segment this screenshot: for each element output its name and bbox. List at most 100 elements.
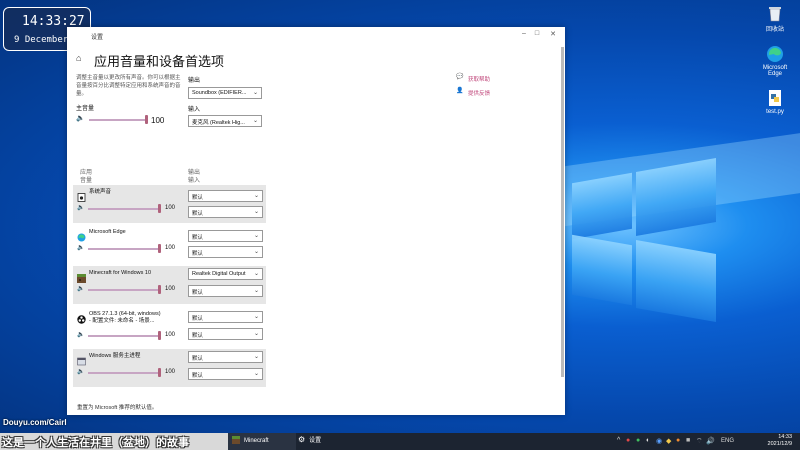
desktop-icon-label: 回收站 [765, 27, 784, 33]
banner-text: 这是一个人生活在井里（盆地）的故事 [2, 437, 189, 449]
master-volume-slider[interactable] [89, 119, 145, 121]
taskbar-app-settings[interactable]: ⚙ 设置 [294, 433, 362, 450]
input-label: 输入 [188, 107, 201, 113]
app-input-select[interactable]: 默认 ⌄ [188, 206, 263, 218]
desktop-icon-label: Microsoft Edge [762, 65, 788, 77]
tray-app-icon-gray[interactable]: ■ [686, 437, 690, 444]
gear-icon: ⚙ [298, 435, 306, 445]
output-device-select[interactable]: Soundbox (EDIFIER... ⌄ [188, 87, 262, 99]
tray-app-icon-orange[interactable]: ● [676, 437, 680, 444]
column-header-input: 输入 [188, 178, 201, 184]
tray-app-icon-red[interactable]: ● [626, 437, 630, 444]
taskbar-time: 14:33 [778, 434, 792, 440]
app-input-value: 默认 [192, 290, 204, 296]
edge-icon [766, 45, 784, 63]
maximize-button[interactable]: □ [531, 30, 543, 37]
volume-icon[interactable]: 🔊 [706, 437, 715, 445]
window-titlebar[interactable]: 设置 – □ ✕ [67, 27, 565, 43]
app-subname: - 配置文件: 未命名 - 场景... [89, 318, 155, 324]
taskbar-clock[interactable]: 14:33 2021/12/9 [768, 434, 792, 448]
language-indicator[interactable]: ENG [721, 438, 734, 444]
app-volume-slider[interactable] [88, 289, 158, 291]
app-output-select[interactable]: Realtek Digital Output ⌄ [188, 268, 263, 280]
app-output-value: 默认 [192, 316, 204, 322]
app-volume-slider[interactable] [88, 335, 158, 337]
desktop-icon-edge[interactable]: Microsoft Edge [755, 45, 795, 77]
taskbar-app-minecraft[interactable]: Minecraft [228, 433, 296, 450]
tray-app-icon-green[interactable]: ● [636, 437, 640, 444]
app-input-value: 默认 [192, 251, 204, 257]
app-name: Windows 服务主进程 [89, 353, 141, 359]
taskbar-app-label: 设置 [309, 438, 322, 444]
desktop-icon-test-py[interactable]: test.py [755, 89, 795, 115]
app-volume-thumb[interactable] [158, 244, 161, 253]
app-output-value: 默认 [192, 235, 204, 241]
app-volume-slider[interactable] [88, 248, 158, 250]
app-name: Microsoft Edge [89, 229, 126, 235]
app-input-value: 默认 [192, 211, 204, 217]
chevron-down-icon: ⌄ [252, 118, 258, 124]
app-output-select[interactable]: 默认 ⌄ [188, 190, 263, 202]
speaker-icon: 🔈 [77, 286, 85, 292]
input-device-value: 麦克风 (Realtek Hig... [192, 120, 245, 126]
app-input-select[interactable]: 默认 ⌄ [188, 246, 263, 258]
close-button[interactable]: ✕ [547, 30, 559, 38]
app-input-select[interactable]: 默认 ⌄ [188, 328, 263, 340]
app-name: Minecraft for Windows 10 [89, 270, 152, 276]
desktop-icon-recycle-bin[interactable]: 回收站 [755, 4, 795, 33]
taskbar-app-label: Minecraft [244, 438, 269, 444]
chevron-down-icon: ⌄ [253, 331, 259, 337]
app-name: 系统声音 [89, 189, 112, 195]
tray-app-icon-white[interactable]: ◐ [646, 437, 650, 444]
app-volume-value: 100 [165, 369, 176, 375]
app-output-value: 默认 [192, 356, 204, 362]
page-description: 调整主音量以更改所有声音。你可以根据主音量按百分比调整特定应用和系统声音的音量。 [76, 75, 181, 97]
get-help-link[interactable]: 获取帮助 [468, 75, 490, 83]
app-volume-thumb[interactable] [158, 331, 161, 340]
window-title: 设置 [91, 35, 104, 41]
app-volume-thumb[interactable] [158, 368, 161, 377]
app-input-select[interactable]: 默认 ⌄ [188, 285, 263, 297]
obs-icon [77, 311, 86, 324]
column-header-volume: 音量 [80, 178, 93, 184]
tray-chevron-icon[interactable]: ^ [617, 437, 620, 444]
input-device-select[interactable]: 麦克风 (Realtek Hig... ⌄ [188, 115, 262, 127]
recycle-bin-icon [766, 4, 784, 22]
give-feedback-link[interactable]: 提供反馈 [468, 89, 490, 97]
master-volume-value: 100 [151, 116, 165, 125]
system-sounds-icon [77, 189, 86, 202]
chevron-down-icon: ⌄ [252, 90, 258, 96]
chevron-down-icon: ⌄ [253, 209, 259, 215]
app-volume-slider[interactable] [88, 372, 158, 374]
stream-watermark: Douyu.com/Cairl [3, 418, 67, 427]
taskbar-date: 2021/12/9 [767, 441, 792, 447]
app-volume-value: 100 [165, 245, 176, 251]
windows-logo-pane-bottom-left [572, 234, 632, 306]
stream-banner: 这是一个人生活在井里（盆地）的故事 [0, 433, 228, 450]
reset-defaults-text: 重置为 Microsoft 推荐的默认值。 [77, 405, 158, 411]
desktop-icon-label: test.py [766, 109, 784, 115]
home-icon[interactable]: ⌂ [76, 53, 81, 63]
app-volume-value: 100 [165, 332, 176, 338]
chevron-down-icon: ⌄ [253, 371, 259, 377]
app-input-value: 默认 [192, 373, 204, 379]
app-volume-slider[interactable] [88, 208, 158, 210]
app-volume-value: 100 [165, 286, 176, 292]
app-output-select[interactable]: 默认 ⌄ [188, 230, 263, 242]
chevron-down-icon: ⌄ [253, 193, 259, 199]
app-volume-thumb[interactable] [158, 204, 161, 213]
master-volume-label: 主音量 [76, 106, 95, 112]
output-device-value: Soundbox (EDIFIER... [192, 90, 247, 96]
app-input-select[interactable]: 默认 ⌄ [188, 368, 263, 380]
window-scrollbar[interactable] [561, 47, 564, 377]
speaker-icon: 🔈 [77, 332, 85, 338]
settings-window: 设置 – □ ✕ ⌂ 应用音量和设备首选项 调整主音量以更改所有声音。你可以根据… [67, 27, 565, 415]
minimize-button[interactable]: – [518, 30, 530, 37]
tray-app-icon-blue[interactable]: ◉ [656, 437, 662, 445]
app-output-select[interactable]: 默认 ⌄ [188, 311, 263, 323]
master-volume-thumb[interactable] [145, 115, 148, 124]
tray-app-icon-yellow[interactable]: ◆ [666, 437, 671, 445]
wifi-icon[interactable]: ⌔ [696, 437, 703, 446]
app-volume-thumb[interactable] [158, 285, 161, 294]
app-output-select[interactable]: 默认 ⌄ [188, 351, 263, 363]
